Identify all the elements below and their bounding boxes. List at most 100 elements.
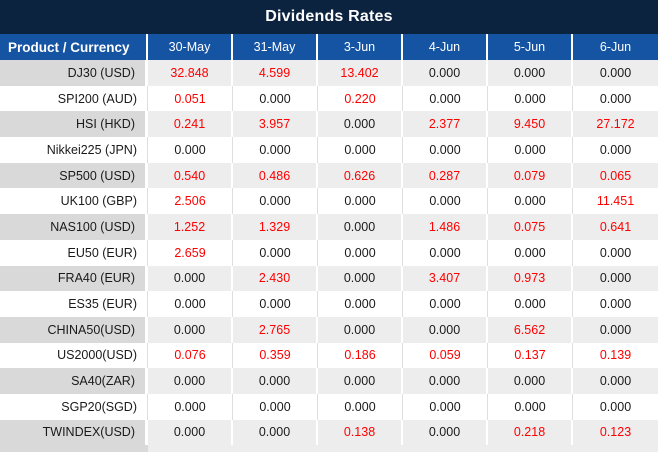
dividend-value: 0.000 xyxy=(403,419,488,446)
column-header-date-4: 4-Jun xyxy=(403,34,488,60)
dividend-value: 0.000 xyxy=(488,393,573,420)
dividend-value: 0.000 xyxy=(403,368,488,394)
dividend-value: 0.075 xyxy=(488,214,573,240)
dividend-value: 0.123 xyxy=(573,419,658,446)
dividend-value: 0.000 xyxy=(233,419,318,446)
column-header-date-2: 31-May xyxy=(233,34,318,60)
dividend-value: 0.973 xyxy=(488,265,573,292)
footer-strip-right xyxy=(148,445,658,452)
dividend-value: 0.051 xyxy=(148,85,233,112)
dividend-value: 0.287 xyxy=(403,162,488,189)
dividend-value: 0.000 xyxy=(403,239,488,266)
dividend-value: 0.000 xyxy=(488,291,573,317)
product-label: EU50 (EUR) xyxy=(0,239,148,266)
title-bar: Dividends Rates xyxy=(0,0,658,34)
dividend-value: 0.000 xyxy=(233,393,318,420)
dividend-value: 0.000 xyxy=(403,60,488,86)
product-label: UK100 (GBP) xyxy=(0,188,148,215)
dividend-value: 0.000 xyxy=(488,188,573,215)
dividend-value: 0.000 xyxy=(403,393,488,420)
dividend-value: 0.000 xyxy=(488,137,573,163)
dividend-value: 0.000 xyxy=(148,419,233,446)
dividend-value: 0.000 xyxy=(233,137,318,163)
dividend-value: 0.138 xyxy=(318,419,403,446)
dividend-value: 0.000 xyxy=(573,85,658,112)
dividend-value: 2.506 xyxy=(148,188,233,215)
dividend-value: 0.186 xyxy=(318,342,403,369)
dividend-value: 13.402 xyxy=(318,60,403,86)
dividend-value: 0.000 xyxy=(148,137,233,163)
dividend-value: 32.848 xyxy=(148,60,233,86)
product-label: ES35 (EUR) xyxy=(0,291,148,317)
dividend-value: 0.359 xyxy=(233,342,318,369)
table-row: SA40(ZAR) 0.000 0.000 0.000 0.000 0.000 0.000 xyxy=(0,368,658,394)
dividend-value: 0.076 xyxy=(148,342,233,369)
table-body: DJ30 (USD) 32.848 4.599 13.402 0.000 0.000 0.0… xyxy=(0,60,658,446)
product-label: Nikkei225 (JPN) xyxy=(0,137,148,163)
dividend-value: 0.641 xyxy=(573,214,658,240)
page-title: Dividends Rates xyxy=(265,8,393,25)
dividend-value: 0.000 xyxy=(233,291,318,317)
dividend-value: 0.486 xyxy=(233,162,318,189)
dividend-value: 0.626 xyxy=(318,162,403,189)
dividend-value: 0.000 xyxy=(148,368,233,394)
table-row: ES35 (EUR) 0.000 0.000 0.000 0.000 0.000 0.000 xyxy=(0,291,658,317)
product-label: SPI200 (AUD) xyxy=(0,85,148,112)
dividend-value: 0.000 xyxy=(318,393,403,420)
dividend-value: 27.172 xyxy=(573,111,658,138)
dividend-value: 0.000 xyxy=(403,188,488,215)
dividend-value: 0.000 xyxy=(318,316,403,343)
column-header-product-currency: Product / Currency xyxy=(0,34,148,60)
dividend-value: 4.599 xyxy=(233,60,318,86)
product-label: TWINDEX(USD) xyxy=(0,419,148,446)
dividend-value: 0.000 xyxy=(573,265,658,292)
dividend-value: 0.220 xyxy=(318,85,403,112)
column-header-date-6: 6-Jun xyxy=(599,40,632,54)
dividend-value: 9.450 xyxy=(488,111,573,138)
dividend-value: 0.137 xyxy=(488,342,573,369)
dividend-value: 0.241 xyxy=(148,111,233,138)
product-label: SA40(ZAR) xyxy=(0,368,148,394)
dividend-value: 0.000 xyxy=(318,368,403,394)
dividend-value: 0.000 xyxy=(318,239,403,266)
table-row: SPI200 (AUD) 0.051 0.000 0.220 0.000 0.000 0.0… xyxy=(0,85,658,112)
table-row: EU50 (EUR) 2.659 0.000 0.000 0.000 0.000 0.000 xyxy=(0,239,658,266)
column-header-date-1: 30-May xyxy=(148,34,233,60)
dividend-value: 0.000 xyxy=(573,137,658,163)
dividend-value: 0.000 xyxy=(573,368,658,394)
dividend-value: 6.562 xyxy=(488,316,573,343)
column-header-date-5: 5-Jun xyxy=(488,34,573,60)
dividend-value: 0.000 xyxy=(148,316,233,343)
dividend-value: 0.000 xyxy=(318,291,403,317)
table-row: SP500 (USD) 0.540 0.486 0.626 0.287 0.079 0.06… xyxy=(0,162,658,189)
footer-strip-left xyxy=(0,445,148,452)
dividend-value: 2.377 xyxy=(403,111,488,138)
dividend-value: 0.059 xyxy=(403,342,488,369)
product-label: SP500 (USD) xyxy=(0,162,148,189)
dividend-value: 0.000 xyxy=(488,368,573,394)
table-row: DJ30 (USD) 32.848 4.599 13.402 0.000 0.000 0.0… xyxy=(0,60,658,86)
table-header-row: Product / Currency 30-May 31-May 3-Jun 4… xyxy=(0,34,658,60)
dividend-value: 0.000 xyxy=(488,60,573,86)
column-header-date-3: 3-Jun xyxy=(318,34,403,60)
table-row: CHINA50(USD) 0.000 2.765 0.000 0.000 6.562 0.0… xyxy=(0,316,658,343)
dividend-value: 2.765 xyxy=(233,316,318,343)
dividend-value: 0.000 xyxy=(318,214,403,240)
table-row: HSI (HKD) 0.241 3.957 0.000 2.377 9.450 27.172 xyxy=(0,111,658,138)
dividend-value: 0.000 xyxy=(233,85,318,112)
dividend-value: 3.957 xyxy=(233,111,318,138)
dividend-value: 0.000 xyxy=(403,137,488,163)
table-row: Nikkei225 (JPN) 0.000 0.000 0.000 0.000 0.000… xyxy=(0,137,658,163)
dividend-value: 0.540 xyxy=(148,162,233,189)
dividend-value: 0.000 xyxy=(403,316,488,343)
dividend-value: 0.000 xyxy=(573,291,658,317)
dividend-value: 0.000 xyxy=(318,111,403,138)
product-label: SGP20(SGD) xyxy=(0,393,148,420)
dividend-value: 0.000 xyxy=(573,60,658,86)
dividend-value: 0.079 xyxy=(488,162,573,189)
dividend-value: 0.000 xyxy=(233,188,318,215)
dividend-value: 0.000 xyxy=(233,368,318,394)
dividend-value: 0.000 xyxy=(318,265,403,292)
dividend-value: 0.065 xyxy=(573,162,658,189)
table-row: UK100 (GBP) 2.506 0.000 0.000 0.000 0.000 11.4… xyxy=(0,188,658,215)
